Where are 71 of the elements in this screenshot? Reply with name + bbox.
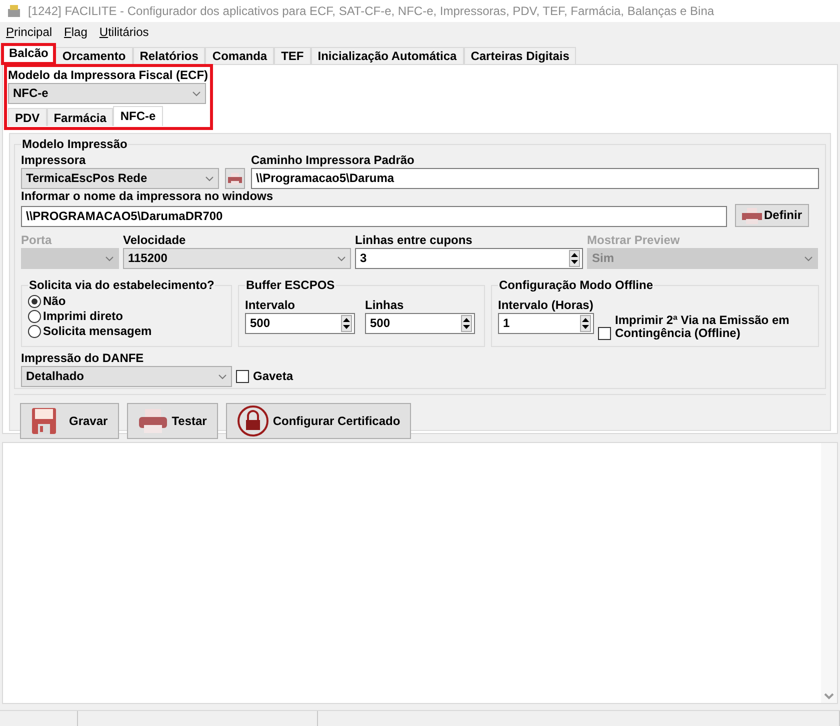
spin-field[interactable]: 3 (355, 248, 583, 269)
tab[interactable]: Relatórios (132, 47, 206, 64)
checkbox-label: Gaveta (253, 369, 294, 384)
app-icon (6, 3, 22, 19)
option-label: Não (43, 294, 66, 309)
menu-item[interactable]: Flag (64, 25, 88, 39)
menu-item[interactable]: Utilitários (99, 25, 149, 39)
caret-icon (218, 374, 227, 380)
spin-icon[interactable] (461, 315, 472, 332)
window-title: [1242] FACILITE - Configurador dos aplicativos para ECF, SAT-CF-e, NFC-e, Impressoras, PDV, TEF, Farmácia, Balanças e Bina (28, 4, 714, 18)
printer-select[interactable]: TermicaEscPos Rede (21, 168, 219, 189)
spin-icon[interactable] (580, 315, 591, 332)
print-button[interactable]: Testar (126, 403, 218, 439)
menu-item[interactable]: Principal (6, 25, 52, 39)
tab[interactable]: Carteiras Digitais (464, 47, 576, 64)
printer-button[interactable] (225, 168, 245, 189)
spin-field[interactable]: 500 (245, 313, 355, 334)
save-button[interactable]: Gravar (20, 403, 119, 439)
printer-name-field[interactable]: \\PROGRAMACAO5\DarumaDR700 (21, 206, 727, 227)
field-label: Impressão do DANFE (21, 351, 145, 366)
caret-icon (337, 256, 346, 262)
group-title: Solicita via do estabelecimento? (28, 278, 216, 292)
field-label: Modelo da Impressora Fiscal (ECF) (8, 68, 209, 83)
field-label: Linhas (365, 298, 405, 313)
field-label: Impressora (21, 153, 87, 168)
caret-icon (105, 256, 114, 262)
printer-icon (138, 408, 168, 434)
option-label: Imprimi direto (43, 309, 124, 324)
lock-button[interactable]: Configurar Certificado (226, 403, 412, 439)
group-title: Buffer ESCPOS (245, 278, 336, 292)
field-label: Caminho Impressora Padrão (251, 153, 416, 168)
field-label: Mostrar Preview (587, 233, 681, 248)
field-label: Velocidade (123, 233, 187, 248)
spin-field[interactable]: 500 (365, 313, 475, 334)
tab[interactable]: Comanda (205, 47, 274, 64)
printer-icon (228, 172, 242, 184)
field-label: Intervalo (245, 298, 296, 313)
tab[interactable]: Balcão (2, 44, 56, 64)
field-label: Linhas entre cupons (355, 233, 474, 248)
caret-icon (192, 90, 201, 96)
field-label: Informar o nome da impressora no windows (21, 189, 274, 204)
spin-icon[interactable] (341, 315, 352, 332)
select-field[interactable]: 115200 (123, 248, 351, 269)
radio-button[interactable] (28, 325, 41, 338)
spin-field[interactable]: 1 (498, 313, 594, 334)
checkbox[interactable] (598, 327, 611, 340)
group-title: Modelo Impressão (21, 137, 128, 152)
tab[interactable]: Orcamento (55, 47, 133, 64)
path-field[interactable]: \\Programacao5\Daruma (251, 168, 819, 189)
model-select[interactable]: NFC-e (8, 83, 206, 104)
caret-icon (804, 256, 813, 262)
tab[interactable]: Inicialização Automática (310, 47, 464, 64)
checkbox-label: Imprimir 2ª Via na Emissão em Contingência (Offline) (615, 314, 790, 340)
tab[interactable]: NFC-e (113, 106, 163, 126)
caret-icon (205, 176, 214, 182)
checkbox[interactable] (236, 370, 249, 383)
printer-icon (742, 208, 762, 224)
group-title: Configuração Modo Offline (498, 278, 654, 292)
tab[interactable]: TEF (274, 47, 311, 64)
tab[interactable]: Farmácia (46, 108, 114, 126)
lock-icon (236, 405, 269, 437)
field-label: Intervalo (Horas) (498, 298, 594, 313)
scroll-down-icon[interactable] (824, 693, 834, 700)
field-label: Porta (21, 233, 53, 248)
radio-button[interactable] (28, 310, 41, 323)
tab[interactable]: PDV (8, 108, 47, 126)
option-label: Solicita mensagem (43, 324, 152, 339)
spin-icon[interactable] (569, 250, 580, 267)
danfe-select[interactable]: Detalhado (21, 366, 232, 387)
radio-button[interactable] (28, 295, 41, 308)
define-button[interactable]: Definir (735, 204, 810, 227)
